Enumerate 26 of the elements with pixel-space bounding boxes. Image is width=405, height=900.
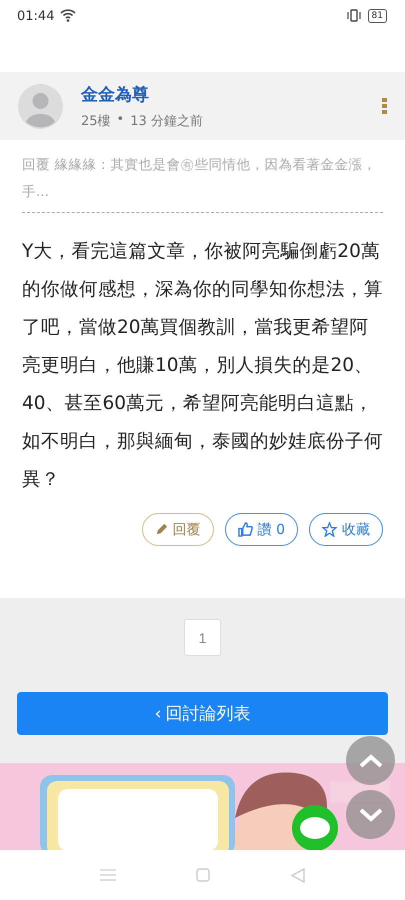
star-icon bbox=[322, 522, 337, 537]
vibrate-icon bbox=[346, 9, 362, 22]
pencil-icon bbox=[154, 523, 168, 536]
separator-dot: • bbox=[116, 112, 124, 128]
reply-button[interactable]: 回覆 bbox=[142, 513, 214, 546]
home-icon[interactable] bbox=[196, 868, 210, 882]
floor-number: 25樓 bbox=[81, 112, 111, 130]
thumbs-up-icon bbox=[238, 522, 253, 537]
quoted-reply: 回覆 緣緣緣：其實也是會㊒些同情他，因為看著金金漲，手... bbox=[22, 152, 383, 213]
battery-level: 81 bbox=[368, 9, 387, 23]
chevron-up-icon bbox=[358, 754, 382, 768]
menu-icon[interactable] bbox=[100, 869, 116, 881]
status-time: 01:44 bbox=[17, 9, 54, 24]
page-button[interactable]: 1 bbox=[184, 619, 221, 656]
author-name[interactable]: 金金為尊 bbox=[81, 82, 364, 106]
back-icon[interactable] bbox=[290, 868, 305, 882]
avatar bbox=[18, 84, 63, 128]
post-body: Y大，看完這篇文章，你被阿亮騙倒虧20萬的你做何感想，深為你的同學知你想法，算了吧，當做20萬買個教訓，當我更希望阿亮更明白，他賺10萬，別人損失的是20、40、甚至60萬元，希望阿亮能明白這點，如不明白，那與緬甸，泰國的妙娃底份子何異？ bbox=[22, 240, 383, 492]
wifi-icon bbox=[60, 9, 76, 22]
scroll-up-button[interactable] bbox=[346, 736, 395, 785]
post-time: 13 分鐘之前 bbox=[130, 112, 203, 130]
chevron-down-icon bbox=[358, 808, 382, 822]
save-button[interactable]: 收藏 bbox=[309, 513, 383, 546]
like-button[interactable]: 讚 0 bbox=[224, 513, 298, 546]
more-icon[interactable] bbox=[382, 98, 387, 114]
back-to-list-button[interactable]: ‹ 回討論列表 bbox=[17, 692, 388, 735]
